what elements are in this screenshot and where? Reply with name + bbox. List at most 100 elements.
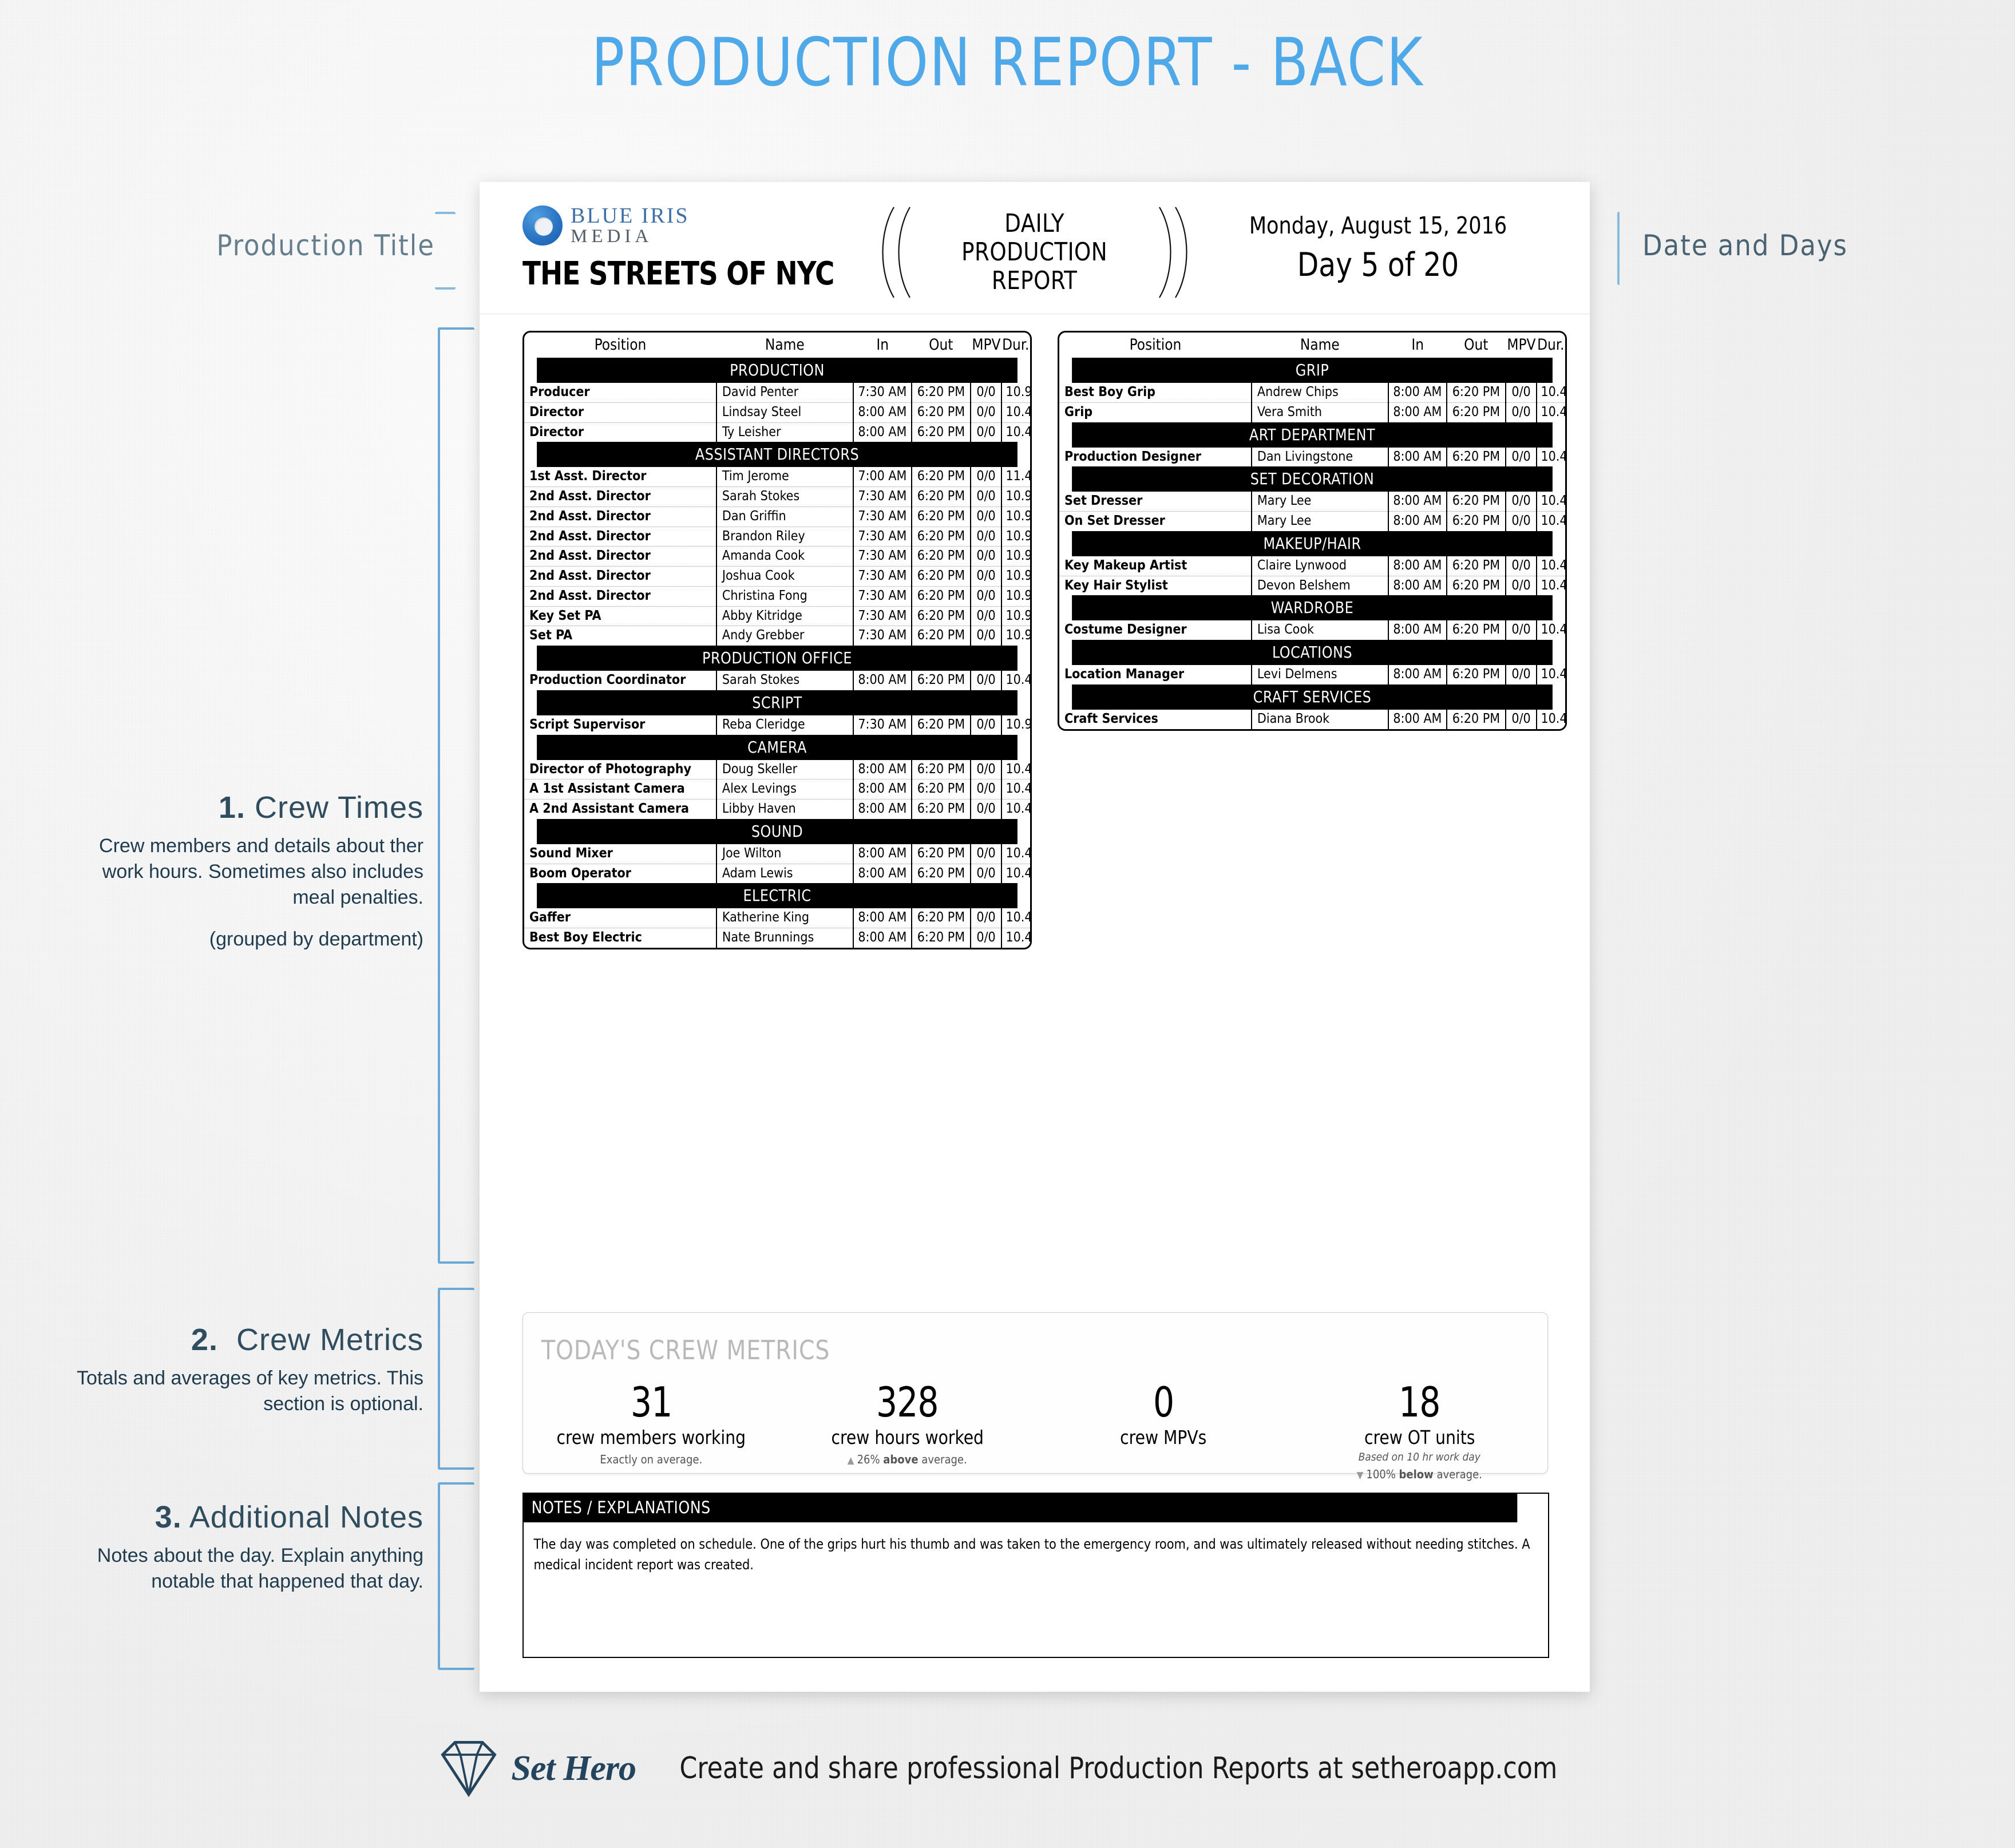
department-label: GRIP	[1072, 358, 1553, 383]
table-row: Producer David Penter 7:30 AM 6:20 PM 0/0 10.…	[524, 383, 1030, 403]
annotation-section-3-name: Additional Notes	[189, 1500, 423, 1534]
cell-in: 7:00 AM	[853, 467, 913, 487]
cell-position: Location Manager	[1059, 665, 1252, 684]
cell-position: Key Set PA	[524, 606, 717, 626]
column-header-name: Name	[719, 333, 850, 358]
column-header-position: Position	[528, 333, 713, 358]
table-row: 2nd Asst. Director Sarah Stokes 7:30 AM 6:2…	[524, 486, 1030, 507]
cell-mpv: 0/0	[970, 585, 1003, 606]
column-header-name: Name	[1254, 333, 1385, 358]
table-row: Gaffer Katherine King 8:00 AM 6:20 PM 0/0 10.…	[524, 908, 1030, 928]
annotation-section-1-body-text: Crew members and details about ther work…	[99, 835, 423, 908]
cell-in: 8:00 AM	[1388, 556, 1448, 576]
cell-out: 6:20 PM	[912, 506, 971, 527]
cell-out: 6:20 PM	[912, 844, 971, 864]
cell-mpv: 0/0	[970, 863, 1003, 884]
cell-out: 6:20 PM	[1447, 665, 1506, 684]
table-header-row: Position Name In Out MPV Dur.	[1059, 333, 1565, 358]
cell-dur: 10.4	[1001, 402, 1030, 422]
cell-in: 8:00 AM	[853, 927, 913, 948]
diamond-icon	[441, 1741, 497, 1797]
cell-mpv: 0/0	[970, 927, 1003, 948]
cell-name: Lisa Cook	[1251, 620, 1389, 640]
cell-dur: 10.4	[1001, 908, 1030, 928]
annotation-section-2-name: Crew Metrics	[236, 1323, 423, 1357]
cell-position: On Set Dresser	[1059, 511, 1252, 531]
cell-in: 7:30 AM	[853, 546, 913, 567]
cell-out: 6:20 PM	[1447, 556, 1506, 576]
cell-dur: 10.4	[1001, 863, 1030, 884]
department-label: ELECTRIC	[537, 883, 1018, 909]
table-row: Costume Designer Lisa Cook 8:00 AM 6:20 PM 0…	[1059, 620, 1565, 640]
cell-dur: 10.9	[1001, 486, 1030, 507]
metric-label: crew members working	[556, 1426, 746, 1449]
table-row: Production Coordinator Sarah Stokes 8:00 A…	[524, 671, 1030, 690]
cell-mpv: 0/0	[1505, 492, 1538, 512]
cell-in: 8:00 AM	[1388, 492, 1448, 512]
cell-dur: 10.4	[1537, 447, 1565, 467]
cell-dur: 10.4	[1537, 511, 1565, 531]
report-type-line-2: PRODUCTION	[961, 238, 1108, 267]
cell-mpv: 0/0	[970, 402, 1003, 422]
metric-value: 328	[876, 1378, 939, 1426]
department-header-row: LOCATIONS	[1059, 640, 1565, 665]
cell-mpv: 0/0	[970, 671, 1003, 690]
annotation-section-1-number: 1.	[218, 790, 246, 825]
sethero-logo: Set Hero	[434, 1734, 636, 1803]
report-type-line-1: DAILY	[1004, 209, 1065, 239]
table-row: Craft Services Diana Brook 8:00 AM 6:20 PM 0…	[1059, 709, 1565, 729]
annotation-section-2: 2. Crew Metrics Totals and averages of k…	[52, 1322, 423, 1417]
cell-position: Boom Operator	[524, 863, 717, 884]
production-title: THE STREETS OF NYC	[522, 255, 834, 293]
footer-tagline: Create and share professional Production…	[679, 1751, 1558, 1786]
cell-dur: 10.4	[1537, 709, 1565, 729]
cell-dur: 10.4	[1537, 383, 1565, 403]
cell-name: Adam Lewis	[716, 863, 854, 884]
annotation-section-3-title: 3. Additional Notes	[52, 1499, 423, 1535]
cell-position: Costume Designer	[1059, 620, 1252, 640]
metric-trend: ▼ 100% below average.	[1356, 1467, 1482, 1481]
cell-mpv: 0/0	[970, 844, 1003, 864]
trend-down-icon: ▼	[1356, 1469, 1364, 1481]
cell-name: Dan Livingstone	[1251, 447, 1389, 467]
table-row: Set PA Andy Grebber 7:30 AM 6:20 PM 0/0 10.9	[524, 626, 1030, 646]
cell-position: A 2nd Assistant Camera	[524, 798, 717, 819]
metric-cell-2: 328 crew hours worked ▲ 26% above average.	[779, 1382, 1036, 1481]
cell-name: Tim Jerome	[716, 467, 854, 487]
cell-name: Levi Delmens	[1251, 665, 1389, 684]
cell-name: Ty Leisher	[716, 422, 854, 442]
table-row: Key Hair Stylist Devon Belshem 8:00 AM 6:20…	[1059, 575, 1565, 596]
cell-out: 6:20 PM	[912, 798, 971, 819]
column-header-dur: Dur.	[1002, 333, 1030, 358]
cell-out: 6:20 PM	[1447, 620, 1506, 640]
cell-in: 8:00 AM	[1388, 620, 1448, 640]
cell-name: Mary Lee	[1251, 492, 1389, 512]
cell-name: Joshua Cook	[716, 566, 854, 587]
daily-production-report-badge: DAILY PRODUCTION REPORT	[874, 204, 1195, 301]
metric-label: crew MPVs	[1120, 1426, 1207, 1449]
cell-out: 6:20 PM	[912, 606, 971, 626]
department-label: SCRIPT	[537, 690, 1018, 715]
cell-out: 6:20 PM	[912, 422, 971, 442]
cell-in: 7:30 AM	[853, 506, 913, 527]
cell-name: Lindsay Steel	[716, 402, 854, 422]
cell-dur: 10.4	[1001, 671, 1030, 690]
report-date-block: Monday, August 15, 2016 Day 5 of 20	[1206, 212, 1550, 284]
cell-out: 6:20 PM	[912, 526, 971, 547]
cell-dur: 10.4	[1001, 844, 1030, 864]
metric-label: crew hours worked	[831, 1426, 984, 1449]
trend-up-icon: ▲	[847, 1454, 854, 1466]
department-header-row: MAKEUP/HAIR	[1059, 531, 1565, 556]
table-row: A 1st Assistant Camera Alex Levings 8:00 A…	[524, 779, 1030, 800]
cell-position: 2nd Asst. Director	[524, 506, 717, 527]
cell-mpv: 0/0	[970, 908, 1003, 928]
metric-label: crew OT units	[1364, 1426, 1475, 1449]
cell-in: 8:00 AM	[853, 402, 913, 422]
cell-out: 6:20 PM	[912, 585, 971, 606]
cell-out: 6:20 PM	[912, 402, 971, 422]
cell-in: 8:00 AM	[853, 798, 913, 819]
cell-position: Grip	[1059, 402, 1252, 422]
cell-position: Production Coordinator	[524, 671, 717, 690]
department-header-row: PRODUCTION	[524, 358, 1030, 383]
